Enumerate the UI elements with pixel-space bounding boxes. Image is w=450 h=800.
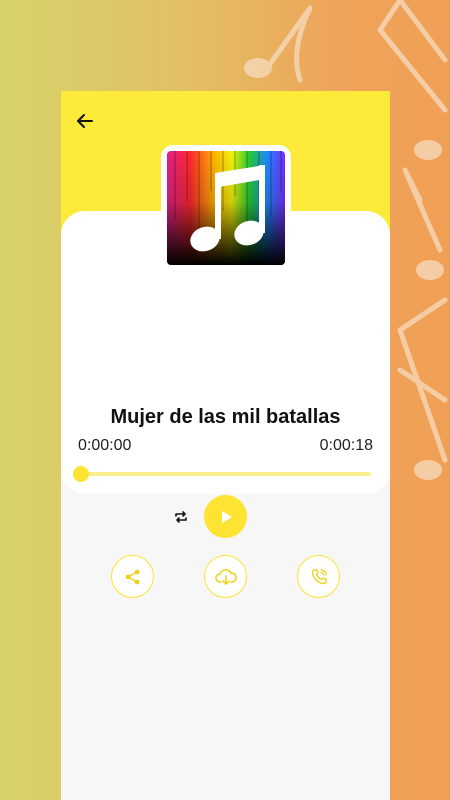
play-icon [221, 510, 232, 523]
player-screen: Mujer de las mil batallas 0:00:00 0:00:1… [61, 91, 390, 800]
repeat-button[interactable] [174, 507, 188, 527]
play-button[interactable] [204, 495, 247, 538]
phone-call-icon [311, 568, 327, 584]
set-ringtone-button[interactable] [297, 555, 340, 598]
share-button[interactable] [111, 555, 154, 598]
duration: 0:00:18 [319, 437, 373, 454]
arrow-left-icon [77, 114, 93, 128]
seek-track[interactable] [81, 472, 371, 476]
back-button[interactable] [73, 109, 97, 133]
download-button[interactable] [204, 555, 247, 598]
seek-thumb[interactable] [73, 466, 89, 482]
share-icon [125, 569, 139, 584]
cloud-download-icon [214, 568, 237, 585]
album-art [161, 145, 291, 271]
music-note-icon [167, 151, 285, 265]
song-title: Mujer de las mil batallas [110, 406, 341, 428]
current-time: 0:00:00 [78, 437, 132, 454]
repeat-icon [175, 511, 187, 523]
